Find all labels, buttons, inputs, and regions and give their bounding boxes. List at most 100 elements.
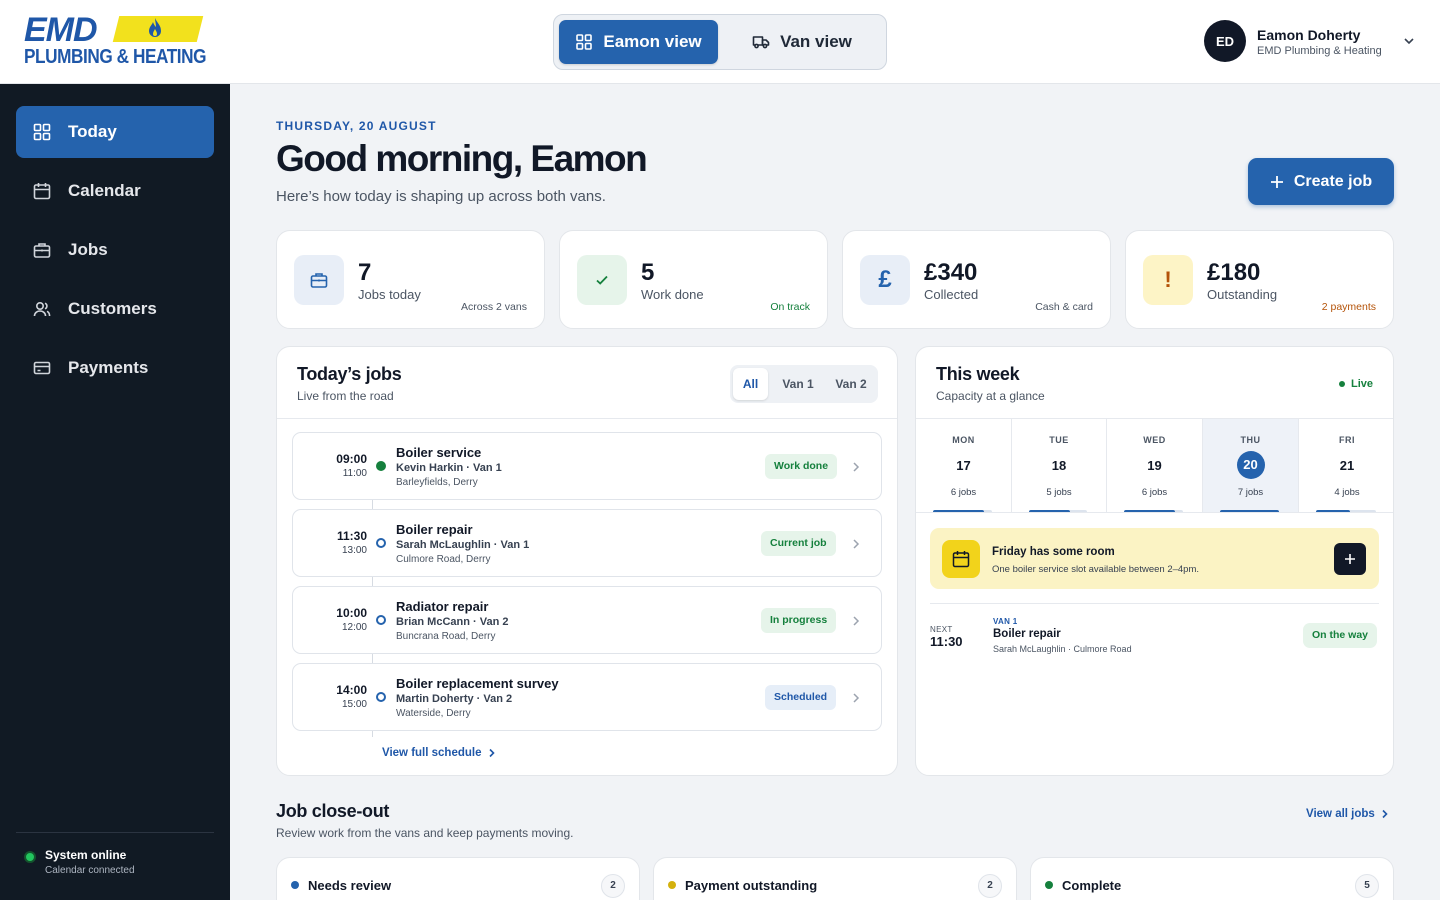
chevron-right-icon[interactable] bbox=[851, 615, 861, 627]
sidebar-item-calendar[interactable]: Calendar bbox=[16, 165, 214, 217]
van-icon bbox=[752, 36, 770, 49]
day-date: 19 bbox=[1147, 458, 1162, 473]
page-subtitle: Here’s how today is shaping up across bo… bbox=[276, 188, 606, 205]
next-job-meta: Sarah McLaughlin · Culmore Road bbox=[993, 644, 1132, 654]
day-name: WED bbox=[1143, 435, 1166, 445]
bucket-dot bbox=[291, 881, 299, 889]
job-meta: Sarah McLaughlin · Van 1 bbox=[396, 539, 530, 551]
next-divider bbox=[930, 603, 1379, 604]
stat-note: Across 2 vans bbox=[461, 301, 527, 313]
bucket-count: 2 bbox=[978, 874, 1002, 898]
view-all-jobs-label: View all jobs bbox=[1306, 808, 1375, 820]
view-all-jobs-link[interactable]: View all jobs bbox=[1306, 808, 1389, 820]
notice-title: Friday has some room bbox=[992, 546, 1115, 558]
job-end-time: 15:00 bbox=[341, 699, 367, 710]
job-row[interactable]: 14:00 15:00 Boiler replacement survey Ma… bbox=[292, 663, 882, 731]
job-end-time: 11:00 bbox=[342, 468, 367, 479]
van-view-button[interactable]: Van view bbox=[722, 20, 882, 64]
sidebar-item-customers[interactable]: Customers bbox=[16, 283, 214, 335]
next-job-title[interactable]: Boiler repair bbox=[993, 628, 1061, 640]
filter-all[interactable]: All bbox=[733, 368, 768, 400]
status-badge: Scheduled bbox=[765, 685, 837, 710]
chevron-down-icon[interactable] bbox=[1402, 34, 1416, 48]
bucket-dot bbox=[668, 881, 676, 889]
chevron-right-icon[interactable] bbox=[851, 461, 861, 473]
job-meta: Martin Doherty · Van 2 bbox=[396, 693, 513, 705]
job-title: Boiler service bbox=[396, 445, 482, 460]
job-row[interactable]: 10:00 12:00 Radiator repair Brian McCann… bbox=[292, 586, 882, 654]
plus-icon bbox=[1270, 175, 1283, 188]
job-address: Buncrana Road, Derry bbox=[396, 631, 496, 642]
stat-note: On track bbox=[770, 301, 810, 313]
calendar-icon bbox=[33, 183, 51, 200]
days-divider bbox=[916, 512, 1393, 513]
status-badge: In progress bbox=[761, 608, 837, 633]
card-divider bbox=[277, 418, 897, 419]
notice-text: One boiler service slot available betwee… bbox=[992, 564, 1200, 575]
notice-icon-box bbox=[942, 540, 980, 578]
sidebar-item-today[interactable]: Today bbox=[16, 106, 214, 158]
stat-value: £340 bbox=[924, 259, 978, 286]
day-column-tue[interactable]: TUE 18 5 jobs bbox=[1012, 419, 1107, 513]
van-filter: All Van 1 Van 2 bbox=[730, 365, 878, 403]
capacity-notice: Friday has some room One boiler service … bbox=[930, 528, 1379, 589]
job-address: Barleyfields, Derry bbox=[396, 477, 478, 488]
bucket-needs-review[interactable]: Needs review 2 bbox=[276, 857, 640, 900]
view-full-schedule-link[interactable]: View full schedule bbox=[382, 747, 496, 759]
sidebar-item-label: Customers bbox=[68, 299, 157, 318]
logo-top-row: EMD bbox=[24, 11, 204, 49]
day-name: TUE bbox=[1049, 435, 1069, 445]
user-menu[interactable]: ED Eamon Doherty EMD Plumbing & Heating bbox=[1204, 20, 1420, 64]
filter-van-1[interactable]: Van 1 bbox=[774, 368, 822, 400]
day-column-wed[interactable]: WED 19 6 jobs bbox=[1107, 419, 1203, 513]
job-title: Boiler replacement survey bbox=[396, 676, 559, 691]
day-date: 17 bbox=[956, 458, 971, 473]
sidebar-item-payments[interactable]: Payments bbox=[16, 342, 214, 394]
next-van: VAN 1 bbox=[993, 617, 1018, 626]
van-view-label: Van view bbox=[780, 32, 852, 51]
day-job-count: 5 jobs bbox=[1046, 487, 1072, 498]
chevron-right-icon[interactable] bbox=[851, 692, 861, 704]
next-label: NEXT bbox=[930, 625, 953, 634]
page-title: Good morning, Eamon bbox=[276, 138, 648, 179]
stat-note: 2 payments bbox=[1321, 301, 1376, 313]
bucket-complete[interactable]: Complete 5 bbox=[1030, 857, 1394, 900]
eamon-view-label: Eamon view bbox=[603, 32, 702, 51]
job-row[interactable]: 11:30 13:00 Boiler repair Sarah McLaughl… bbox=[292, 509, 882, 577]
day-date: 20 bbox=[1236, 451, 1265, 479]
bucket-label: Complete bbox=[1062, 878, 1122, 893]
day-column-mon[interactable]: MON 17 6 jobs bbox=[916, 419, 1012, 513]
chevron-right-icon[interactable] bbox=[851, 538, 861, 550]
stat-value: 7 bbox=[358, 259, 372, 286]
create-job-button[interactable]: Create job bbox=[1248, 158, 1394, 205]
users-icon bbox=[33, 301, 51, 317]
bucket-count: 2 bbox=[601, 874, 625, 898]
filter-van-2[interactable]: Van 2 bbox=[827, 368, 875, 400]
sidebar-item-label: Jobs bbox=[68, 240, 108, 259]
company-logo[interactable]: EMD PLUMBING & HEATING bbox=[24, 11, 207, 70]
flame-icon bbox=[149, 18, 161, 37]
bucket-payment-outstanding[interactable]: Payment outstanding 2 bbox=[653, 857, 1017, 900]
sidebar-item-label: Today bbox=[68, 122, 117, 141]
card-icon bbox=[33, 361, 51, 375]
stat-value: 5 bbox=[641, 259, 655, 286]
day-name: FRI bbox=[1339, 435, 1355, 445]
job-status-dot bbox=[376, 615, 386, 625]
view-switcher: Eamon view Van view bbox=[553, 14, 887, 70]
chevron-right-icon bbox=[488, 748, 495, 758]
add-slot-button[interactable] bbox=[1334, 543, 1366, 575]
job-status-dot bbox=[376, 692, 386, 702]
job-row[interactable]: 09:00 11:00 Boiler service Kevin Harkin … bbox=[292, 432, 882, 500]
job-start-time: 09:00 bbox=[336, 452, 367, 466]
eamon-view-button[interactable]: Eamon view bbox=[559, 20, 718, 64]
top-bar: EMD PLUMBING & HEATING Eamon view Van vi… bbox=[0, 0, 1440, 84]
day-column-fri[interactable]: FRI 21 4 jobs bbox=[1299, 419, 1393, 513]
job-status-dot bbox=[376, 461, 386, 471]
stat-icon-box bbox=[577, 255, 627, 305]
sidebar-item-jobs[interactable]: Jobs bbox=[16, 224, 214, 276]
day-column-thu[interactable]: THU 20 7 jobs bbox=[1203, 419, 1299, 513]
stat-card-jobs-today: 7 Jobs today Across 2 vans bbox=[276, 230, 545, 329]
user-organisation: EMD Plumbing & Heating bbox=[1257, 45, 1382, 57]
pound-icon: £ bbox=[878, 266, 892, 293]
section-subtitle: Review work from the vans and keep payme… bbox=[276, 826, 574, 840]
